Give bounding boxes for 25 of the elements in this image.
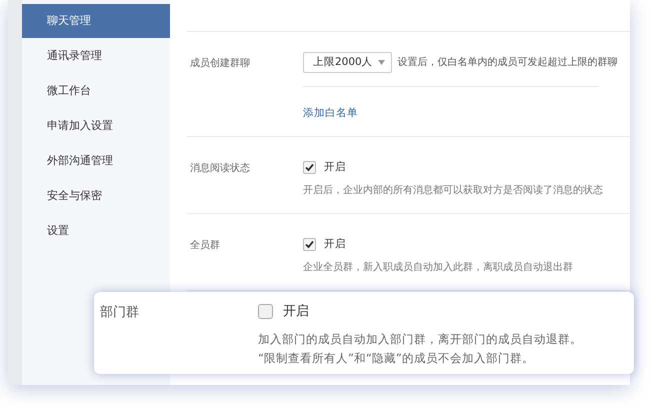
sidebar-item[interactable]: 申请加入设置 [22, 108, 170, 143]
option-label: 开启 [324, 237, 346, 251]
sidebar-item[interactable]: 微工作台 [22, 73, 170, 108]
option-label: 开启 [283, 303, 309, 320]
setting-label: 消息阅读状态 [190, 162, 251, 176]
setting-description: 开启后，企业内部的所有消息都可以获取对方是否阅读了消息的状态 [303, 184, 604, 197]
sidebar-item[interactable]: 设置 [22, 213, 170, 248]
setting-label: 全员群 [190, 239, 221, 253]
setting-description: 企业全员群，新入职成员自动加入此群，离职成员自动退出群 [303, 260, 574, 274]
setting-label: 部门群 [100, 304, 140, 322]
setting-description: 加入部门的成员自动加入部门群，离开部门的成员自动退群。 [258, 331, 583, 348]
checkbox[interactable] [303, 160, 316, 174]
sidebar-item[interactable]: 安全与保密 [22, 178, 170, 213]
caret-icon [378, 60, 385, 64]
limit-dropdown[interactable]: 上限2000人 [303, 52, 392, 72]
sidebar-item[interactable]: 通讯录管理 [22, 38, 170, 73]
whitelist-link[interactable]: 添加白名单 [303, 107, 358, 119]
sidebar-item[interactable]: 聊天管理 [22, 4, 170, 38]
setting-description: “限制查看所有人”和“隐藏”的成员不会加入部门群。 [258, 350, 535, 367]
setting-note: 设置后，仅白名单内的成员可发起超过上限的群聊 [398, 56, 618, 69]
option-label: 开启 [324, 160, 346, 174]
sidebar-item[interactable]: 外部沟通管理 [22, 143, 170, 178]
setting-label: 成员创建群聊 [190, 56, 251, 71]
checkbox[interactable] [303, 238, 316, 250]
checkbox[interactable] [258, 304, 273, 318]
